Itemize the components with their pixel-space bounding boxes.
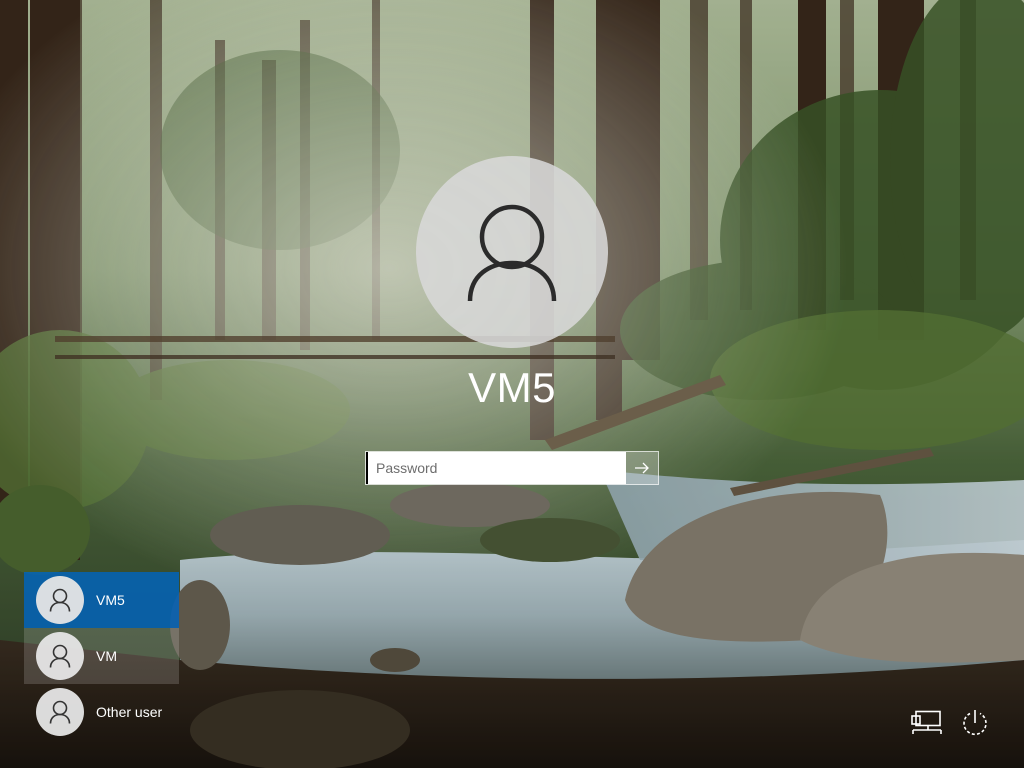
lock-screen: VM5 VM5 VM Other user [0, 0, 1024, 768]
submit-button[interactable] [626, 452, 658, 484]
user-list-item-label: VM5 [96, 592, 125, 608]
user-avatar-small [36, 576, 84, 624]
password-box [365, 451, 659, 485]
arrow-right-icon [635, 462, 649, 474]
user-list-item-other-user[interactable]: Other user [24, 684, 179, 740]
network-icon [911, 710, 942, 734]
user-list-item-label: Other user [96, 704, 163, 720]
user-list: VM5 VM Other user [24, 572, 179, 740]
power-icon [963, 710, 987, 736]
user-avatar-small [36, 632, 84, 680]
network-button[interactable] [910, 706, 944, 740]
user-list-item-vm[interactable]: VM [24, 628, 179, 684]
user-icon [467, 204, 557, 302]
user-avatar-small [36, 688, 84, 736]
user-icon [49, 700, 71, 724]
user-avatar [416, 156, 608, 348]
user-list-item-vm5[interactable]: VM5 [24, 572, 179, 628]
user-display-name: VM5 [468, 364, 556, 411]
power-button[interactable] [958, 706, 992, 740]
user-list-item-label: VM [96, 648, 117, 664]
user-icon [49, 644, 71, 668]
user-icon [49, 588, 71, 612]
password-input[interactable] [366, 452, 626, 484]
